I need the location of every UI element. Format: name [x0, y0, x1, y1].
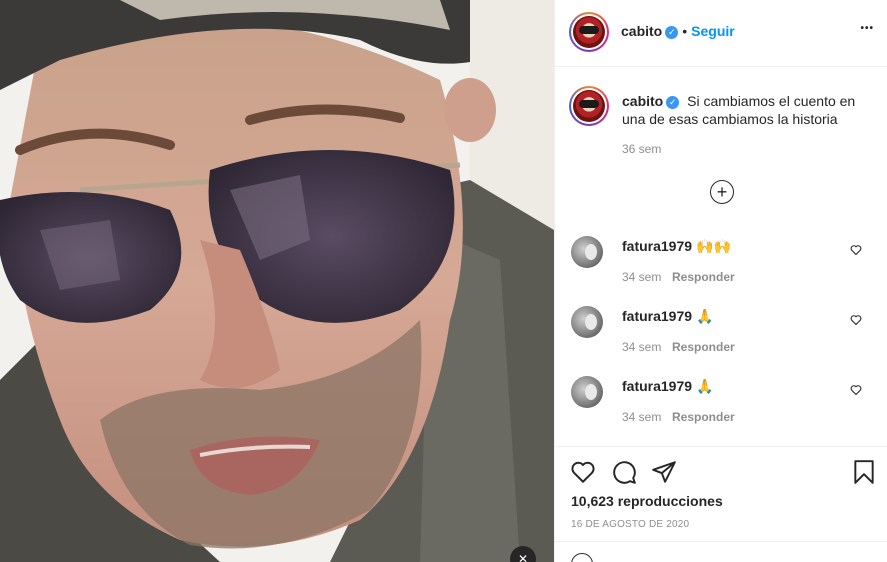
post-actions: 10,623 reproducciones 16 DE AGOSTO DE 20… — [555, 446, 887, 562]
post-header: cabito ✓ • Seguir ••• — [555, 0, 887, 67]
divider — [555, 541, 887, 542]
paper-plane-icon[interactable] — [651, 459, 677, 485]
comment-timestamp[interactable]: 34 sem — [622, 270, 661, 284]
reply-button[interactable]: Responder — [672, 270, 735, 284]
commenter-avatar[interactable] — [571, 376, 603, 408]
separator-dot: • — [682, 23, 688, 39]
comment-item: fatura1979 🙏 34 sem Responder — [555, 306, 887, 366]
verified-badge-icon: ✓ — [666, 95, 680, 109]
view-count[interactable]: 10,623 reproducciones — [571, 493, 723, 509]
post-date[interactable]: 16 DE AGOSTO DE 2020 — [571, 519, 689, 530]
comment-item: fatura1979 🙏 34 sem Responder — [555, 376, 887, 436]
bookmark-icon[interactable] — [851, 459, 877, 485]
caption-author-avatar[interactable] — [569, 86, 609, 126]
comment-item: fatura1979 🙌🙌 34 sem Responder — [555, 236, 887, 296]
emoji-icon[interactable] — [571, 553, 593, 562]
caption-timestamp: 36 sem — [622, 142, 662, 156]
comment-text: 🙏 — [696, 378, 714, 394]
reply-button[interactable]: Responder — [672, 340, 735, 354]
comment-icon[interactable] — [611, 459, 637, 485]
author-avatar[interactable] — [569, 12, 609, 52]
commenter-username[interactable]: fatura1979 — [622, 308, 692, 324]
comment-like-heart-icon[interactable] — [850, 314, 862, 326]
commenter-username[interactable]: fatura1979 — [622, 378, 692, 394]
comment-like-heart-icon[interactable] — [850, 384, 862, 396]
video-frame — [0, 0, 554, 562]
commenter-avatar[interactable] — [571, 236, 603, 268]
more-options-icon[interactable]: ••• — [860, 22, 874, 36]
commenter-avatar[interactable] — [571, 306, 603, 338]
commenter-username[interactable]: fatura1979 — [622, 238, 692, 254]
comment-text: 🙏 — [696, 308, 714, 324]
post-video[interactable]: ✕ — [0, 0, 554, 562]
post-details-panel: cabito ✓ • Seguir ••• cabito ✓ Si cambiamos … — [554, 0, 887, 562]
comment-timestamp[interactable]: 34 sem — [622, 410, 661, 424]
author-username[interactable]: cabito — [621, 23, 662, 39]
comment-timestamp[interactable]: 34 sem — [622, 340, 661, 354]
heart-icon[interactable] — [570, 459, 596, 485]
verified-badge-icon: ✓ — [665, 25, 679, 39]
plus-circle-icon[interactable]: + — [710, 180, 734, 204]
follow-button[interactable]: Seguir — [691, 23, 735, 39]
comment-text: 🙌🙌 — [696, 238, 731, 254]
comment-like-heart-icon[interactable] — [850, 244, 862, 256]
reply-button[interactable]: Responder — [672, 410, 735, 424]
caption-body: cabito ✓ Si cambiamos el cuento en una de… — [622, 92, 872, 128]
caption-author-username[interactable]: cabito — [622, 93, 663, 109]
